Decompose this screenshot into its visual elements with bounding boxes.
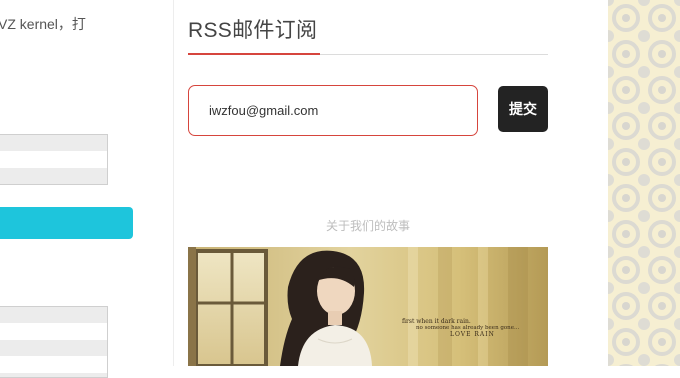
column-divider xyxy=(173,0,174,366)
image-caption-brand: LOVE RAIN xyxy=(450,331,495,338)
striped-input-box[interactable] xyxy=(0,134,108,185)
title-accent-line xyxy=(188,53,320,55)
email-input[interactable] xyxy=(188,85,478,136)
teal-action-button[interactable] xyxy=(0,207,133,239)
rss-widget-title: RSS邮件订阅 xyxy=(188,19,318,42)
striped-input-box[interactable] xyxy=(0,306,108,378)
about-story-caption: 关于我们的故事 xyxy=(325,219,410,233)
decorative-pattern xyxy=(608,0,680,366)
sidebar-snippet-text: VZ kernel，打 xyxy=(0,16,86,32)
submit-button[interactable]: 提交 xyxy=(498,86,548,132)
story-image[interactable]: first when it dark rain. no someone has … xyxy=(188,247,548,366)
image-caption-line1: first when it dark rain. xyxy=(402,318,471,325)
